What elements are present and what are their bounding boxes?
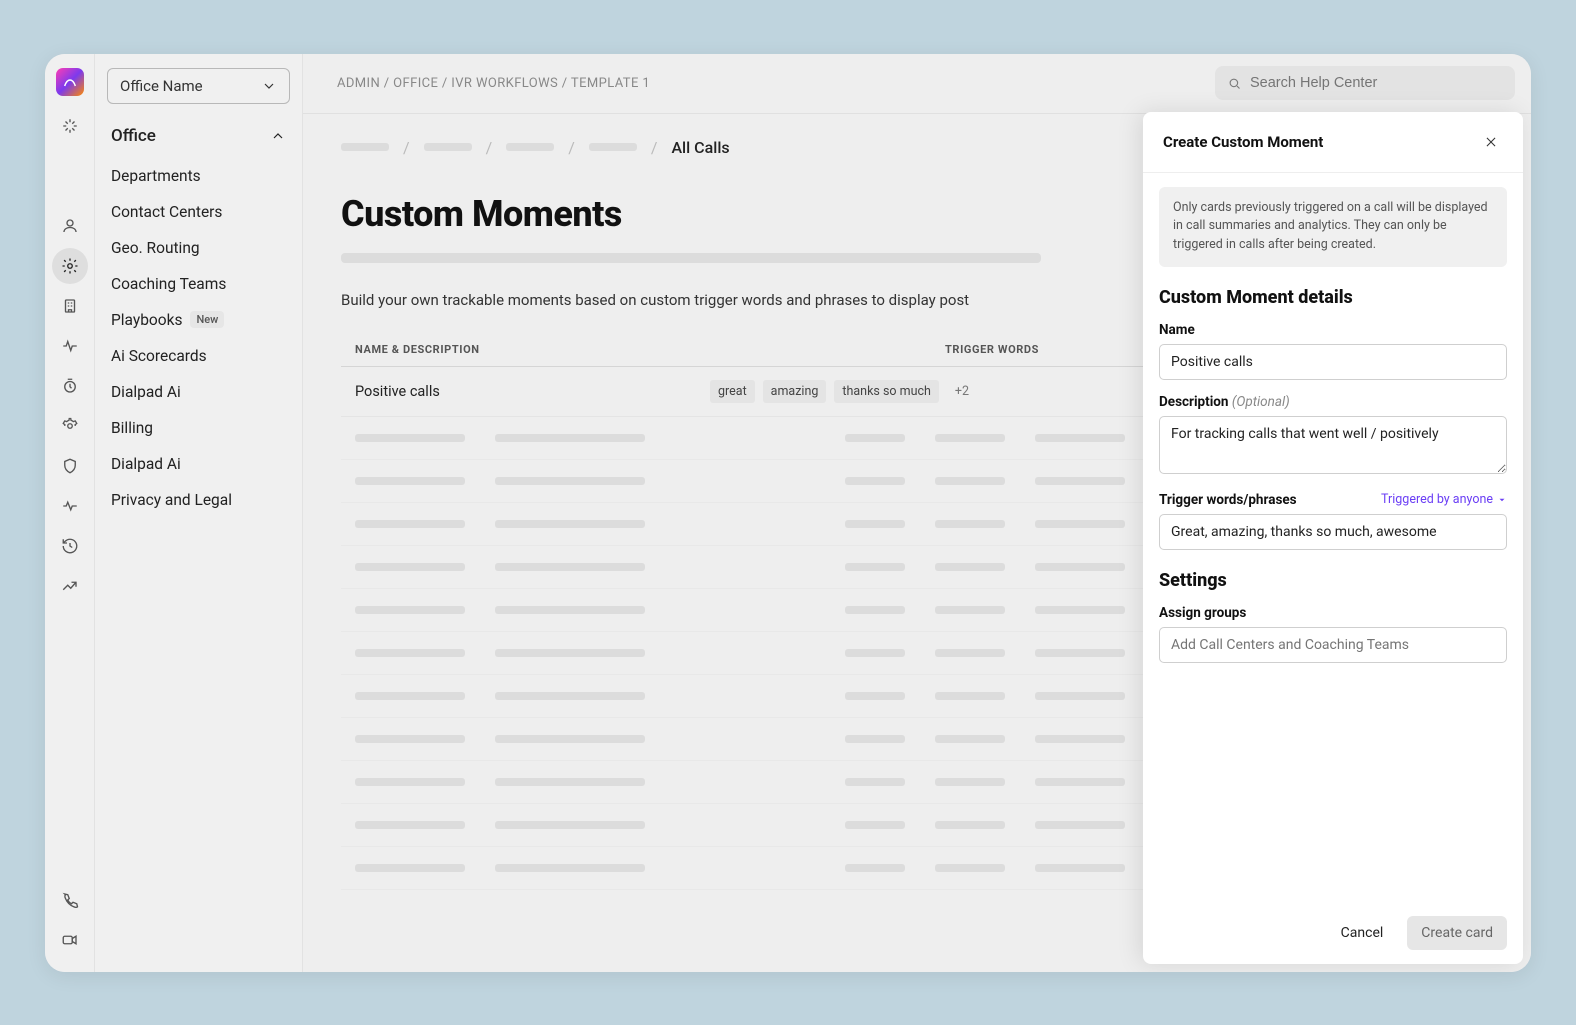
groups-label: Assign groups <box>1159 605 1507 621</box>
sparkle-icon[interactable] <box>52 108 88 144</box>
chip: great <box>710 380 755 403</box>
office-selector[interactable]: Office Name <box>107 68 290 104</box>
skeleton-bar <box>341 253 1041 263</box>
subnav-item-8[interactable]: Dialpad Ai <box>107 446 290 482</box>
subnav-item-2[interactable]: Geo. Routing <box>107 230 290 266</box>
subnav-header-label: Office <box>111 126 156 146</box>
create-moment-panel: Create Custom Moment Only cards previous… <box>1143 112 1523 964</box>
subnav-item-label: Playbooks <box>111 311 182 329</box>
subnav-item-label: Dialpad Ai <box>111 455 181 473</box>
chip: amazing <box>763 380 827 403</box>
chevron-up-icon <box>270 128 286 144</box>
phone-icon[interactable] <box>52 882 88 918</box>
history-icon[interactable] <box>52 528 88 564</box>
chip-more: +2 <box>947 380 977 403</box>
subnav-item-1[interactable]: Contact Centers <box>107 194 290 230</box>
tab-all-calls[interactable]: All Calls <box>671 138 729 157</box>
chevron-down-icon <box>261 78 277 94</box>
subnav-item-label: Ai Scorecards <box>111 347 207 365</box>
section-details: Custom Moment details <box>1159 287 1507 308</box>
chip: thanks so much <box>834 380 939 403</box>
icon-rail <box>45 54 95 972</box>
topbar: ADMIN / OFFICE / IVR WORKFLOWS / TEMPLAT… <box>303 54 1531 114</box>
subnav-item-label: Geo. Routing <box>111 239 200 257</box>
logo-icon <box>62 74 78 90</box>
video-icon[interactable] <box>52 922 88 958</box>
subnav-item-label: Dialpad Ai <box>111 383 181 401</box>
subnav-item-9[interactable]: Privacy and Legal <box>107 482 290 518</box>
app-logo[interactable] <box>56 68 84 96</box>
groups-input[interactable] <box>1159 627 1507 663</box>
gear2-icon[interactable] <box>52 408 88 444</box>
subnav-item-label: Billing <box>111 419 153 437</box>
cancel-button[interactable]: Cancel <box>1327 916 1398 950</box>
col-name-header: NAME & DESCRIPTION <box>355 343 945 356</box>
timer-icon[interactable] <box>52 368 88 404</box>
close-icon <box>1484 135 1498 149</box>
shield-icon[interactable] <box>52 448 88 484</box>
row-name: Positive calls <box>355 383 710 400</box>
description-input[interactable] <box>1159 416 1507 474</box>
breadcrumb: ADMIN / OFFICE / IVR WORKFLOWS / TEMPLAT… <box>337 76 650 91</box>
activity-icon[interactable] <box>52 328 88 364</box>
create-card-button[interactable]: Create card <box>1407 916 1507 950</box>
subnav: Office Name Office Departments Contact Ce… <box>95 54 303 972</box>
name-input[interactable] <box>1159 344 1507 380</box>
trigger-label: Trigger words/phrases <box>1159 492 1297 508</box>
office-selector-label: Office Name <box>120 77 203 95</box>
subnav-item-label: Contact Centers <box>111 203 222 221</box>
info-box: Only cards previously triggered on a cal… <box>1159 187 1507 267</box>
pulse-icon[interactable] <box>52 488 88 524</box>
trigger-scope-dropdown[interactable]: Triggered by anyone <box>1381 492 1507 507</box>
trigger-chips: great amazing thanks so much +2 <box>710 380 977 403</box>
section-settings: Settings <box>1159 570 1507 591</box>
trend-icon[interactable] <box>52 568 88 604</box>
name-label: Name <box>1159 322 1507 338</box>
subnav-item-7[interactable]: Billing <box>107 410 290 446</box>
search-icon <box>1227 76 1242 91</box>
new-badge: New <box>190 311 224 328</box>
subnav-header[interactable]: Office <box>107 126 290 146</box>
subnav-item-5[interactable]: Ai Scorecards <box>107 338 290 374</box>
subnav-item-3[interactable]: Coaching Teams <box>107 266 290 302</box>
panel-title: Create Custom Moment <box>1163 133 1323 151</box>
user-icon[interactable] <box>52 208 88 244</box>
trigger-input[interactable] <box>1159 514 1507 550</box>
subnav-item-4[interactable]: Playbooks New <box>107 302 290 338</box>
search-input[interactable] <box>1250 75 1503 91</box>
search-box[interactable] <box>1215 66 1515 100</box>
building-icon[interactable] <box>52 288 88 324</box>
caret-down-icon <box>1497 495 1507 505</box>
close-button[interactable] <box>1479 130 1503 154</box>
subnav-item-label: Privacy and Legal <box>111 491 232 509</box>
subnav-item-0[interactable]: Departments <box>107 158 290 194</box>
subnav-item-label: Departments <box>111 167 201 185</box>
subnav-item-6[interactable]: Dialpad Ai <box>107 374 290 410</box>
gear-icon[interactable] <box>52 248 88 284</box>
subnav-item-label: Coaching Teams <box>111 275 226 293</box>
description-label: Description (Optional) <box>1159 394 1507 410</box>
